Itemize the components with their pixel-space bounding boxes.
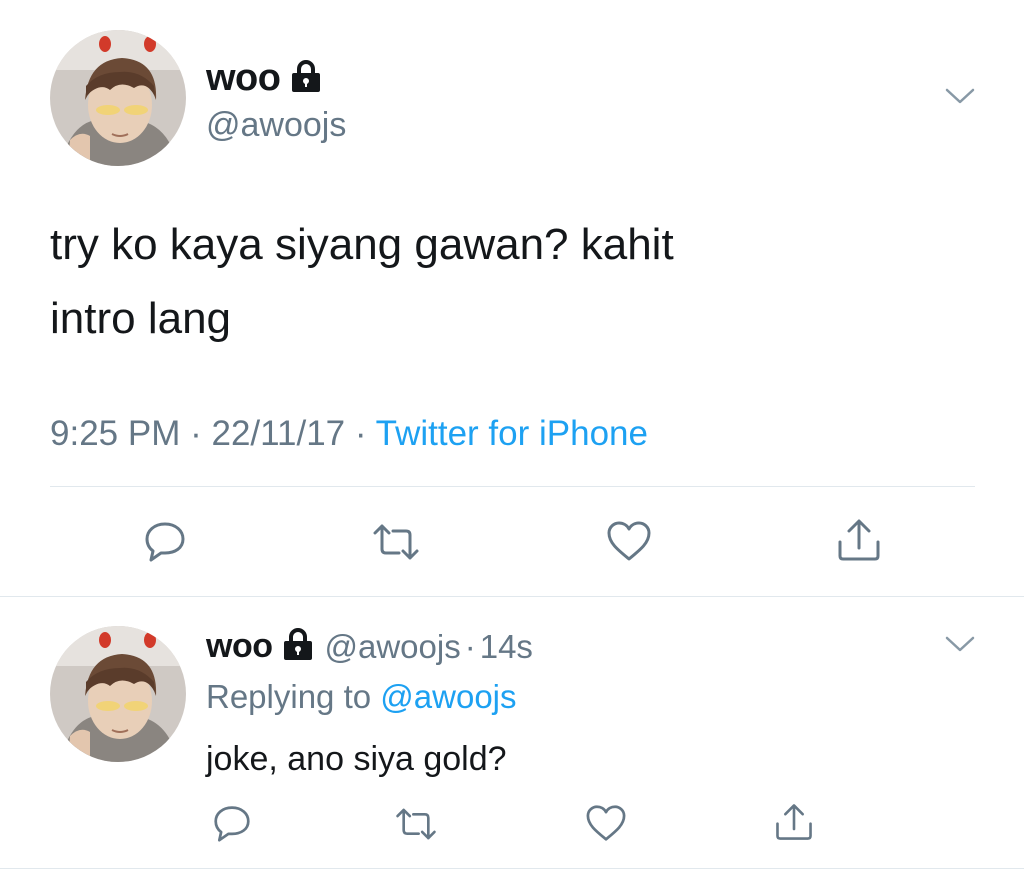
replying-to-handle-link[interactable]: @awoojs	[380, 678, 516, 715]
tweet-meta: 9:25 PM · 22/11/17 · Twitter for iPhone	[50, 416, 648, 451]
author-handle[interactable]: @awoojs	[206, 108, 346, 142]
reply-icon	[214, 806, 250, 842]
like-icon	[607, 521, 651, 561]
chevron-down-icon[interactable]	[944, 634, 976, 654]
divider	[0, 868, 1024, 869]
tweet-timestamp[interactable]: 14s	[480, 630, 533, 663]
divider	[0, 596, 1024, 597]
share-button[interactable]	[772, 800, 816, 844]
author-handle[interactable]: @awoojs	[324, 630, 460, 663]
author-name-row[interactable]: woo	[206, 58, 322, 98]
tweet-source-link[interactable]: Twitter for iPhone	[376, 414, 648, 453]
like-button[interactable]	[584, 802, 628, 844]
reply-icon	[145, 522, 185, 562]
share-icon	[838, 519, 880, 561]
tweet-date[interactable]: 22/11/17	[211, 414, 345, 453]
retweet-button[interactable]	[392, 804, 440, 844]
tweet-time[interactable]: 9:25 PM	[50, 414, 180, 453]
reply-button[interactable]	[140, 518, 190, 564]
replying-to: Replying to @awoojs	[206, 680, 517, 713]
divider	[50, 486, 975, 487]
reply-button[interactable]	[210, 802, 254, 844]
share-button[interactable]	[834, 516, 884, 564]
retweet-button[interactable]	[370, 520, 422, 564]
like-icon	[586, 805, 626, 841]
tweet-text-line: intro lang	[50, 294, 232, 343]
avatar[interactable]	[50, 30, 186, 166]
retweet-icon	[396, 808, 436, 840]
retweet-icon	[373, 524, 419, 560]
chevron-down-icon[interactable]	[944, 86, 976, 106]
separator: ·	[354, 414, 367, 453]
replying-to-label: Replying to	[206, 678, 372, 715]
separator: ·	[190, 414, 202, 453]
lock-icon	[290, 59, 322, 98]
share-icon	[776, 804, 812, 840]
reply-header: woo @awoojs · 14s	[206, 626, 533, 666]
avatar[interactable]	[50, 626, 186, 762]
tweet-text: try ko kaya siyang gawan? kahit intro la…	[50, 208, 990, 356]
lock-icon	[282, 627, 314, 666]
tweet-text: joke, ano siya gold?	[206, 740, 507, 778]
like-button[interactable]	[604, 518, 654, 564]
separator: ·	[464, 627, 476, 665]
author-name[interactable]: woo	[206, 629, 273, 663]
tweet-text-line: try ko kaya siyang gawan? kahit	[50, 220, 674, 269]
author-name[interactable]: woo	[206, 59, 281, 97]
